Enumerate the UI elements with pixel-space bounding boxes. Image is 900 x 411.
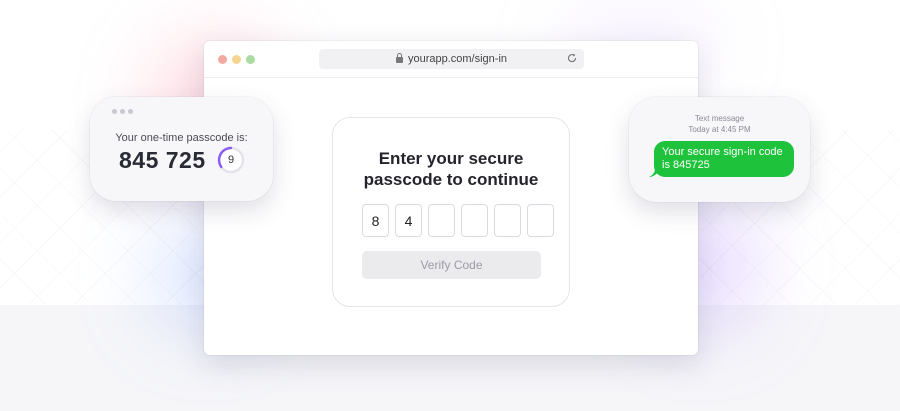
address-bar[interactable]: yourapp.com/sign-in <box>319 49 584 69</box>
passcode-digit-5[interactable] <box>494 204 521 237</box>
sms-notification-card: Text message Today at 4:45 PM Your secur… <box>629 97 810 202</box>
sms-header: Text message Today at 4:45 PM <box>629 113 810 135</box>
passcode-digit-2[interactable]: 4 <box>395 204 422 237</box>
passcode-digit-1[interactable]: 8 <box>362 204 389 237</box>
passcode-label: Your one-time passcode is: <box>115 132 248 144</box>
signin-card: Enter your secure passcode to continue 8… <box>332 117 570 307</box>
sms-message-bubble: Your secure sign-in code is 845725 <box>654 141 794 177</box>
browser-titlebar: yourapp.com/sign-in <box>204 41 698 78</box>
passcode-digit-4[interactable] <box>461 204 488 237</box>
verify-code-button[interactable]: Verify Code <box>362 251 541 279</box>
timer-countdown: 9 <box>227 154 235 166</box>
maximize-window-button[interactable] <box>246 55 255 64</box>
menu-dots-icon <box>112 109 133 114</box>
minimize-window-button[interactable] <box>232 55 241 64</box>
passcode-input-group: 8 4 <box>362 204 554 237</box>
lock-icon <box>395 53 403 63</box>
passcode-value: 845 725 <box>119 147 206 173</box>
passcode-digit-3[interactable] <box>428 204 455 237</box>
signin-title: Enter your secure passcode to continue <box>363 149 539 189</box>
browser-window: yourapp.com/sign-in Enter your secure pa… <box>204 41 698 355</box>
address-bar-url: yourapp.com/sign-in <box>407 53 508 65</box>
close-window-button[interactable] <box>218 55 227 64</box>
passcode-digit-6[interactable] <box>527 204 554 237</box>
sms-heading: Text message <box>694 114 745 123</box>
passcode-notification-card: Your one-time passcode is: 845 725 9 <box>90 97 273 201</box>
sms-timestamp: Today at 4:45 PM <box>688 125 751 134</box>
reload-icon[interactable] <box>566 52 578 64</box>
